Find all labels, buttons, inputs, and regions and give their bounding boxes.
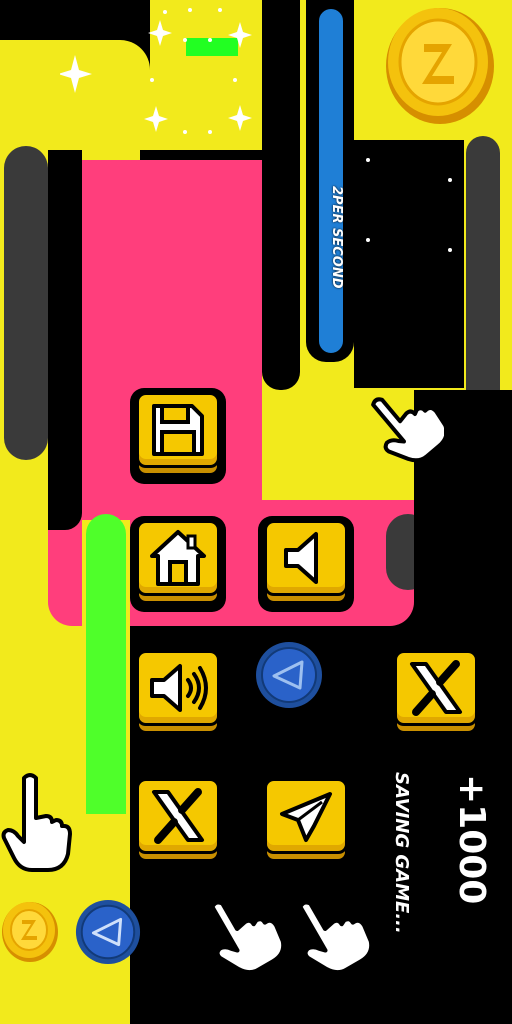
coin-icon xyxy=(386,8,494,124)
pointer-hand-icon xyxy=(371,397,444,463)
dark-bar-left xyxy=(4,146,48,460)
per-second-bar xyxy=(316,6,346,356)
sparkle-dots-right xyxy=(366,158,452,252)
x-social-button[interactable] xyxy=(388,646,484,742)
x-social-button-2[interactable] xyxy=(130,774,226,870)
pointer-hand-icon-2 xyxy=(1,773,72,872)
sparkle-cluster xyxy=(60,8,252,134)
telegram-coin-icon xyxy=(256,642,322,708)
saving-text: SAVING GAME... xyxy=(391,772,412,934)
pointer-hand-icon-4 xyxy=(298,900,370,975)
mute-button[interactable] xyxy=(258,516,354,612)
pointer-hand-icon-3 xyxy=(210,900,282,975)
telegram-icon xyxy=(280,792,332,842)
save-button[interactable] xyxy=(130,388,226,484)
green-strip xyxy=(86,514,126,814)
telegram-coin-small-icon xyxy=(75,899,141,965)
floppy-disk-icon xyxy=(152,404,204,456)
home-button[interactable] xyxy=(130,516,226,612)
speaker-on-icon xyxy=(150,664,208,712)
telegram-button[interactable] xyxy=(258,774,354,870)
per-second-label: 2PER SECOND xyxy=(329,186,344,289)
x-logo-icon xyxy=(410,660,462,716)
bonus-text: +1000 xyxy=(451,774,492,905)
coin-small-icon xyxy=(2,902,58,962)
black-channel xyxy=(262,0,300,390)
sound-on-button[interactable] xyxy=(130,646,226,742)
house-icon xyxy=(150,530,206,586)
speaker-muted-icon xyxy=(284,532,318,584)
pink-cutout xyxy=(48,150,82,530)
x-logo-icon xyxy=(152,788,204,844)
